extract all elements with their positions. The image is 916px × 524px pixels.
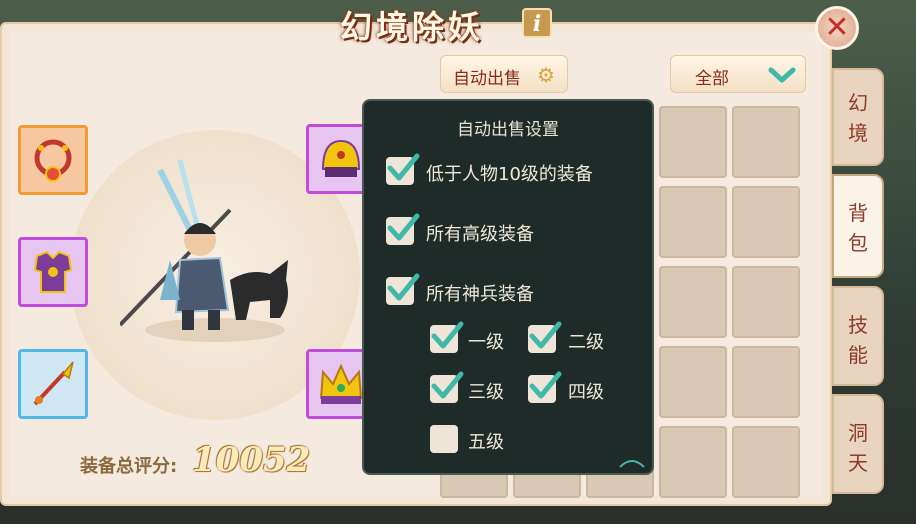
score-label: 装备总评分: xyxy=(80,456,178,477)
corner-ornament-icon xyxy=(619,460,645,468)
helmet-icon xyxy=(321,139,361,177)
tab-skills[interactable]: 技能 xyxy=(832,286,884,386)
checkbox-level-3[interactable] xyxy=(430,371,464,403)
checkbox-level-4[interactable] xyxy=(528,371,562,403)
tab-backpack[interactable]: 背包 xyxy=(832,174,884,278)
checkbox-divine[interactable] xyxy=(386,273,420,305)
crown-icon xyxy=(319,363,363,404)
checkmark-icon xyxy=(387,213,420,241)
tab-label: 洞天 xyxy=(848,421,868,475)
equip-slot-necklace[interactable] xyxy=(18,125,88,195)
level-label: 五级 xyxy=(468,432,504,453)
inventory-slot[interactable] xyxy=(659,266,727,338)
spear-icon xyxy=(33,361,74,406)
inventory-slot[interactable] xyxy=(659,106,727,178)
tab-label: 幻境 xyxy=(848,91,868,145)
inventory-slot[interactable] xyxy=(732,426,800,498)
score-value: 10052 xyxy=(192,440,311,480)
level-label: 三级 xyxy=(468,382,504,403)
tab-label: 背包 xyxy=(848,201,868,255)
level-label: 一级 xyxy=(468,332,504,353)
inventory-slot[interactable] xyxy=(732,186,800,258)
checkmark-icon xyxy=(529,321,562,349)
chevron-down-icon xyxy=(768,67,796,83)
inventory-slot[interactable] xyxy=(732,106,800,178)
inventory-slot[interactable] xyxy=(659,346,727,418)
tab-illusion[interactable]: 幻境 xyxy=(832,68,884,166)
filter-label: 全部 xyxy=(695,69,729,89)
close-button[interactable]: ✕ xyxy=(815,6,859,50)
option-label: 低于人物10级的装备 xyxy=(426,164,593,185)
checkbox-advanced[interactable] xyxy=(386,213,420,245)
equip-slot-armor[interactable] xyxy=(18,237,88,307)
checkbox-level-1[interactable] xyxy=(430,321,464,353)
armor-icon xyxy=(33,250,73,293)
auto-sell-settings-popup: 自动出售设置 低于人物10级的装备 所有高级装备 所有神兵装备 一级 二级 三级… xyxy=(362,99,654,475)
tab-cave[interactable]: 洞天 xyxy=(832,394,884,494)
inventory-slot[interactable] xyxy=(659,186,727,258)
checkmark-icon xyxy=(431,321,464,349)
info-button[interactable]: i xyxy=(522,8,552,38)
level-label: 二级 xyxy=(568,332,604,353)
filter-dropdown[interactable]: 全部 xyxy=(670,55,806,93)
checkbox-level-5[interactable] xyxy=(430,425,458,453)
checkmark-icon xyxy=(387,273,420,301)
inventory-slot[interactable] xyxy=(732,266,800,338)
level-label: 四级 xyxy=(568,382,604,403)
option-label: 所有高级装备 xyxy=(426,224,534,245)
hero-character-icon xyxy=(120,159,288,342)
inventory-slot[interactable] xyxy=(732,346,800,418)
page-title: 幻境除妖 xyxy=(340,8,485,46)
necklace-icon xyxy=(34,139,72,182)
popup-title: 自动出售设置 xyxy=(457,120,559,140)
checkbox-level-2[interactable] xyxy=(528,321,562,353)
checkmark-icon xyxy=(387,153,420,181)
auto-sell-label: 自动出售 xyxy=(453,69,521,89)
checkmark-icon xyxy=(529,371,562,399)
checkmark-icon xyxy=(431,371,464,399)
gear-icon: ⚙ xyxy=(537,63,555,87)
checkbox-low-level[interactable] xyxy=(386,153,420,185)
equip-slot-weapon[interactable] xyxy=(18,349,88,419)
inventory-slot[interactable] xyxy=(659,426,727,498)
tab-label: 技能 xyxy=(848,313,868,367)
option-label: 所有神兵装备 xyxy=(426,284,534,305)
auto-sell-button[interactable]: 自动出售 ⚙ xyxy=(440,55,568,93)
